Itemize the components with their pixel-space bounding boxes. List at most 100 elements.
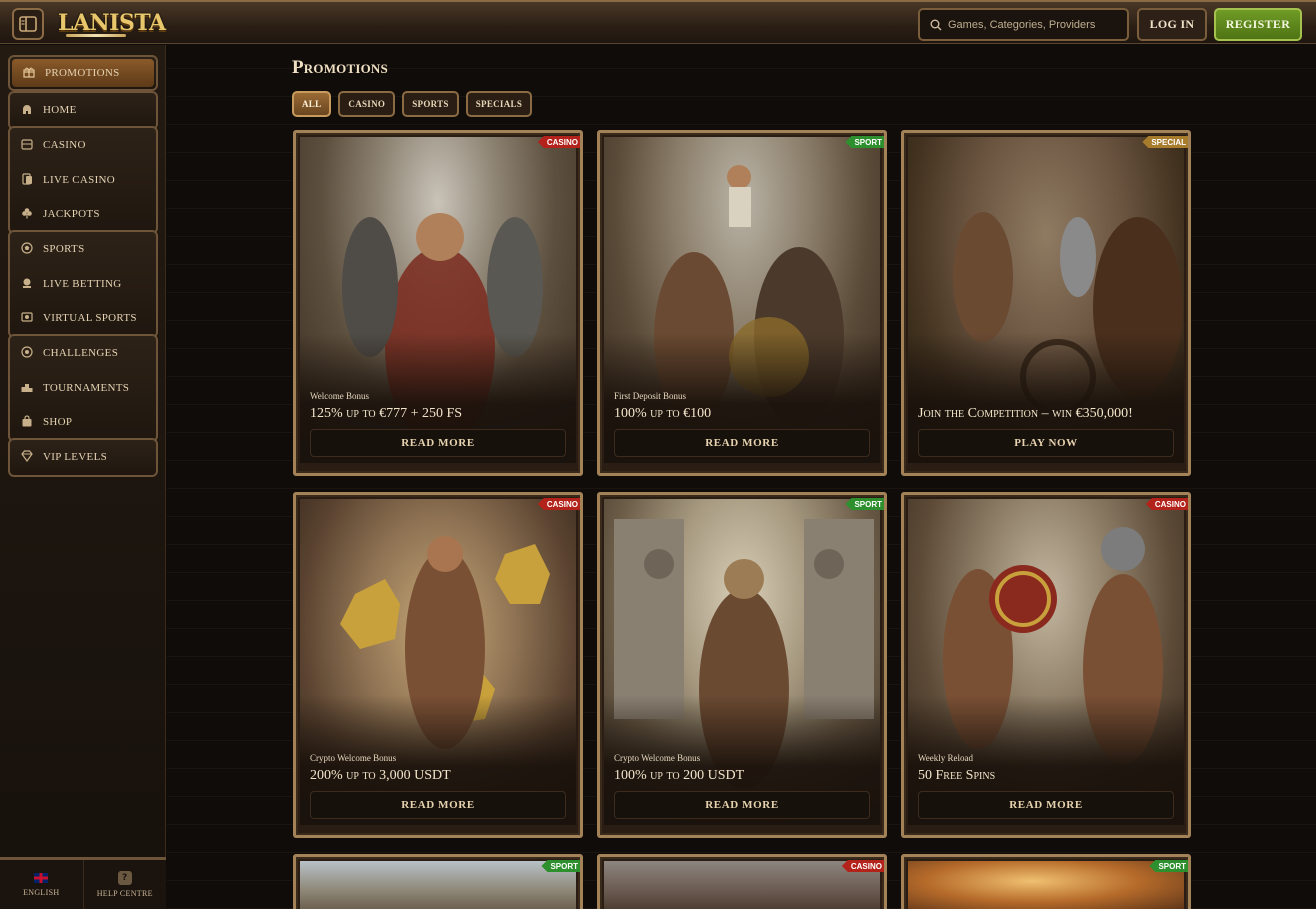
card-subtitle: Crypto Welcome Bonus — [310, 753, 397, 763]
sidebar-item-label: TOURNAMENTS — [43, 381, 130, 394]
promo-card[interactable]: SPORT — [901, 854, 1191, 909]
promo-card-welcome-bonus[interactable]: CASINO Welcome Bonus 125% up to €777 + 2… — [293, 130, 583, 476]
card-subtitle: Weekly Reload — [918, 753, 974, 763]
helmet-icon — [20, 103, 34, 117]
search-icon — [930, 19, 942, 30]
clover-icon — [20, 207, 34, 221]
read-more-button[interactable]: READ MORE — [310, 791, 566, 819]
search-input[interactable] — [948, 18, 1118, 31]
nav-group-casino: CASINO LIVE CASINO JACKPOTS — [8, 126, 158, 234]
sidebar-item-label: VIRTUAL SPORTS — [43, 312, 137, 325]
card-subtitle: Welcome Bonus — [310, 391, 370, 401]
sidebar-item-label: PROMOTIONS — [45, 67, 120, 79]
promo-card[interactable]: CASINO — [597, 854, 887, 909]
promo-image — [908, 861, 1184, 909]
promo-card-crypto-sport[interactable]: SPORT Crypto Welcome Bonus 100% up to 20… — [597, 492, 887, 838]
login-button[interactable]: LOG IN — [1137, 8, 1207, 41]
sidebar-item-label: VIP LEVELS — [43, 451, 108, 464]
filter-all[interactable]: ALL — [292, 91, 332, 117]
promo-card[interactable]: SPORT — [293, 854, 583, 909]
card-subtitle: First Deposit Bonus — [614, 391, 687, 401]
language-label: ENGLISH — [23, 887, 60, 897]
promo-image — [604, 861, 880, 909]
promo-card-crypto-casino[interactable]: CASINO Crypto Welcome Bonus 200% up to 3… — [293, 492, 583, 838]
nav-group-promotions: PROMOTIONS — [8, 55, 158, 91]
search-box[interactable] — [918, 8, 1129, 41]
sidebar-item-tournaments[interactable]: TOURNAMENTS — [10, 371, 156, 406]
card-tag: SPORT — [845, 498, 884, 510]
top-bar: LANISTA LOG IN REGISTER — [0, 0, 1316, 44]
ball-icon — [20, 242, 34, 256]
sidebar-item-label: SHOP — [43, 416, 73, 429]
sidebar-item-promotions[interactable]: PROMOTIONS — [12, 59, 154, 87]
sidebar-item-sports[interactable]: SPORTS — [10, 232, 156, 267]
logo-sword-icon — [66, 34, 126, 37]
card-tag: CASINO — [1145, 498, 1188, 510]
card-tag: CASINO — [537, 498, 580, 510]
card-tag: SPORT — [845, 136, 884, 148]
sidebar-item-label: LIVE BETTING — [43, 277, 122, 290]
sidebar-item-challenges[interactable]: CHALLENGES — [10, 336, 156, 371]
help-centre-link[interactable]: ? HELP CENTRE — [82, 860, 167, 909]
filter-tabs: ALL CASINO SPORTS SPECIALS — [292, 91, 533, 117]
nav-group-vip: VIP LEVELS — [8, 438, 158, 477]
sidebar: PROMOTIONS HOME CASINO LIVE CASINO JACKP… — [0, 45, 166, 909]
sidebar-item-label: LIVE CASINO — [43, 173, 116, 186]
promo-image — [300, 861, 576, 909]
bag-icon — [20, 415, 34, 429]
sidebar-item-jackpots[interactable]: JACKPOTS — [10, 197, 156, 232]
register-button[interactable]: REGISTER — [1214, 8, 1302, 41]
sidebar-item-label: CHALLENGES — [43, 347, 119, 360]
help-label: HELP CENTRE — [96, 889, 153, 898]
menu-toggle-button[interactable] — [12, 8, 44, 40]
sidebar-item-casino[interactable]: CASINO — [10, 128, 156, 163]
sidebar-item-label: SPORTS — [43, 243, 85, 256]
card-headline: 100% up to €100 — [614, 406, 712, 421]
sidebar-item-label: CASINO — [43, 139, 86, 152]
cards-icon — [20, 173, 34, 187]
nav-group-challenges: CHALLENGES TOURNAMENTS SHOP — [8, 334, 158, 442]
sidebar-toggle-icon — [19, 16, 37, 32]
filter-sports[interactable]: SPORTS — [402, 91, 459, 117]
card-headline: 125% up to €777 + 250 FS — [310, 406, 463, 421]
read-more-button[interactable]: READ MORE — [310, 429, 566, 457]
promo-card-competition[interactable]: SPECIAL Join the Competition – win €350,… — [901, 130, 1191, 476]
card-tag: SPORT — [1149, 860, 1188, 872]
play-now-button[interactable]: PLAY NOW — [918, 429, 1174, 457]
uk-flag-icon — [34, 872, 49, 883]
help-icon: ? — [117, 871, 132, 885]
card-tag: CASINO — [537, 136, 580, 148]
read-more-button[interactable]: READ MORE — [614, 429, 870, 457]
card-subtitle: Crypto Welcome Bonus — [614, 753, 701, 763]
read-more-button[interactable]: READ MORE — [918, 791, 1174, 819]
promo-card-first-deposit[interactable]: SPORT First Deposit Bonus 100% up to €10… — [597, 130, 887, 476]
virtual-icon — [20, 311, 34, 325]
card-tag: SPORT — [541, 860, 580, 872]
nav-group-home: HOME — [8, 91, 158, 130]
card-headline: 50 Free Spins — [918, 768, 996, 783]
card-tag: CASINO — [841, 860, 884, 872]
sidebar-item-shop[interactable]: SHOP — [10, 405, 156, 440]
sidebar-item-live-betting[interactable]: LIVE BETTING — [10, 267, 156, 302]
filter-specials[interactable]: SPECIALS — [465, 91, 533, 117]
sidebar-item-live-casino[interactable]: LIVE CASINO — [10, 163, 156, 198]
card-headline: 100% up to 200 USDT — [614, 768, 745, 783]
sidebar-item-virtual-sports[interactable]: VIRTUAL SPORTS — [10, 301, 156, 336]
read-more-button[interactable]: READ MORE — [614, 791, 870, 819]
promo-card-weekly-reload[interactable]: CASINO Weekly Reload 50 Free Spins READ … — [901, 492, 1191, 838]
sidebar-item-label: JACKPOTS — [43, 208, 100, 221]
page-title: Promotions — [292, 57, 388, 78]
sidebar-item-home[interactable]: HOME — [10, 93, 156, 128]
card-headline: Join the Competition – win €350,000! — [918, 406, 1133, 421]
slot-icon — [20, 138, 34, 152]
sidebar-item-vip-levels[interactable]: VIP LEVELS — [10, 440, 156, 475]
card-tag: SPECIAL — [1142, 136, 1188, 148]
language-selector[interactable]: ENGLISH — [0, 860, 83, 909]
card-headline: 200% up to 3,000 USDT — [310, 768, 451, 783]
diamond-icon — [20, 450, 34, 464]
main-content: Promotions ALL CASINO SPORTS SPECIALS CA… — [167, 45, 1316, 909]
target-icon — [20, 346, 34, 360]
filter-casino[interactable]: CASINO — [338, 91, 396, 117]
gift-icon — [22, 66, 36, 80]
sidebar-footer: ENGLISH ? HELP CENTRE — [0, 857, 166, 909]
